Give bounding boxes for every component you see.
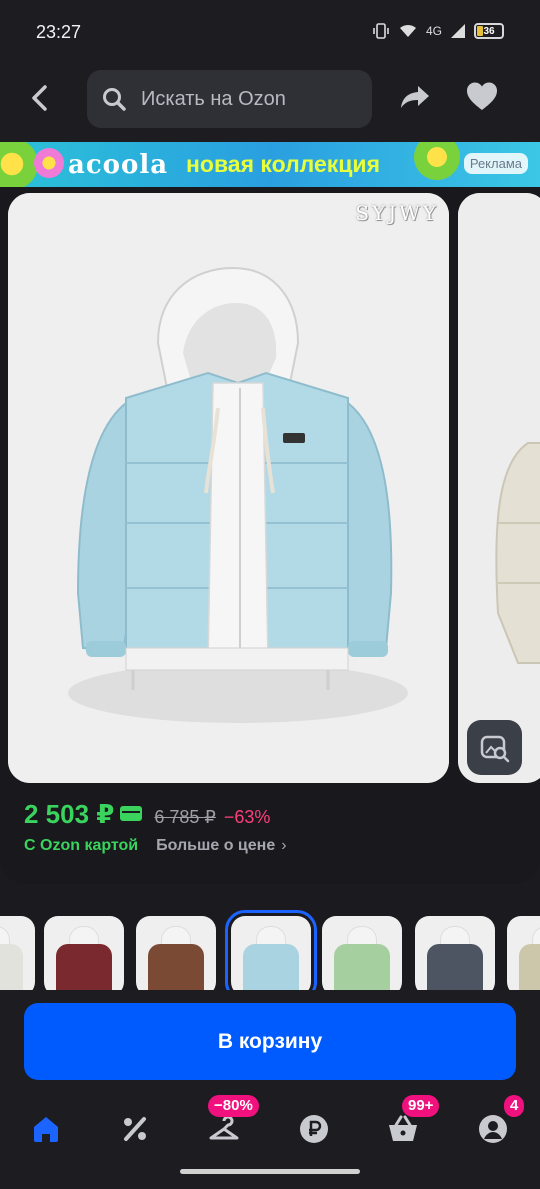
network-type: 4G	[425, 24, 442, 38]
profile-badge: 4	[504, 1095, 525, 1117]
heart-icon	[467, 82, 497, 110]
visual-search-button[interactable]	[467, 720, 522, 775]
signal-icon	[451, 24, 465, 38]
ad-banner[interactable]: acoola новая коллекция Реклама	[0, 142, 540, 187]
jacket-image	[458, 193, 540, 783]
home-indicator[interactable]	[180, 1169, 360, 1174]
more-about-price-link[interactable]: Больше о цене	[156, 837, 275, 855]
variant-thumbnail-selected[interactable]	[225, 910, 317, 990]
status-time: 23:27	[36, 22, 82, 42]
banner-text: новая коллекция	[186, 151, 380, 177]
variant-thumbnail[interactable]	[136, 916, 216, 990]
price-row: 2 503 ₽ 6 785 ₽ −63%	[24, 799, 270, 830]
price-with-card: 2 503 ₽	[24, 799, 115, 829]
tab-home[interactable]	[28, 1111, 64, 1147]
profile-icon	[479, 1115, 507, 1143]
photo-brand-watermark: SYJWY	[355, 201, 439, 225]
price-details-row[interactable]: С Ozon картой Больше о цене ›	[24, 837, 287, 855]
tab-finance[interactable]	[296, 1111, 332, 1147]
discount-percent: −63%	[223, 807, 271, 827]
basket-icon	[389, 1115, 417, 1141]
hanger-icon	[209, 1115, 239, 1140]
variant-thumbnail[interactable]	[322, 916, 402, 990]
wifi-icon	[399, 24, 416, 37]
battery-icon: 36	[474, 23, 504, 39]
back-button[interactable]	[22, 80, 58, 116]
image-search-icon	[480, 735, 509, 762]
flower-decoration-icon	[414, 142, 460, 180]
product-gallery-section: SYJWY 2 503 ₽ 6 785 ₽ −63% С Ozon картой…	[0, 187, 540, 884]
battery-level: 36	[483, 25, 495, 37]
chevron-left-icon	[32, 85, 47, 111]
status-icons: 4G 36	[372, 22, 504, 40]
bottom-tabbar: −80% 99+ 4	[0, 1095, 540, 1165]
variant-thumbnail[interactable]	[415, 916, 495, 990]
tab-profile[interactable]	[475, 1111, 511, 1147]
search-input[interactable]: Искать на Ozon	[87, 70, 372, 128]
add-to-cart-button[interactable]: В корзину	[24, 1003, 516, 1080]
home-icon	[34, 1117, 58, 1142]
variant-thumbnail[interactable]	[0, 916, 35, 990]
product-photo[interactable]: SYJWY	[8, 193, 449, 783]
banner-brand-logo: acoola	[68, 150, 169, 180]
jacket-image	[8, 193, 449, 783]
flower-decoration-icon	[34, 148, 64, 178]
status-bar: 23:27 4G 36	[0, 0, 540, 64]
variant-jacket	[0, 944, 23, 990]
card-icon	[120, 806, 143, 821]
old-price: 6 785 ₽	[154, 807, 216, 827]
top-header: Искать на Ozon	[0, 64, 540, 142]
search-icon	[103, 88, 126, 111]
favorite-button[interactable]	[465, 80, 501, 116]
share-icon	[401, 86, 429, 108]
ad-label[interactable]: Реклама	[463, 153, 528, 174]
flower-decoration-icon	[0, 142, 38, 187]
sale-badge: −80%	[208, 1095, 259, 1117]
share-button[interactable]	[398, 80, 434, 116]
variant-thumbnails	[0, 900, 540, 990]
cart-count-badge: 99+	[402, 1095, 440, 1117]
vibrate-icon	[373, 23, 389, 39]
next-product-photo[interactable]	[458, 193, 540, 783]
percent-icon	[124, 1117, 146, 1141]
chevron-right-icon: ›	[281, 837, 287, 854]
variant-thumbnail[interactable]	[507, 916, 540, 990]
search-placeholder: Искать на Ozon	[141, 87, 286, 110]
ozon-card-label: С Ozon картой	[24, 837, 139, 854]
tab-promotions[interactable]	[117, 1111, 153, 1147]
variant-thumbnail[interactable]	[44, 916, 124, 990]
ruble-icon	[300, 1115, 328, 1143]
